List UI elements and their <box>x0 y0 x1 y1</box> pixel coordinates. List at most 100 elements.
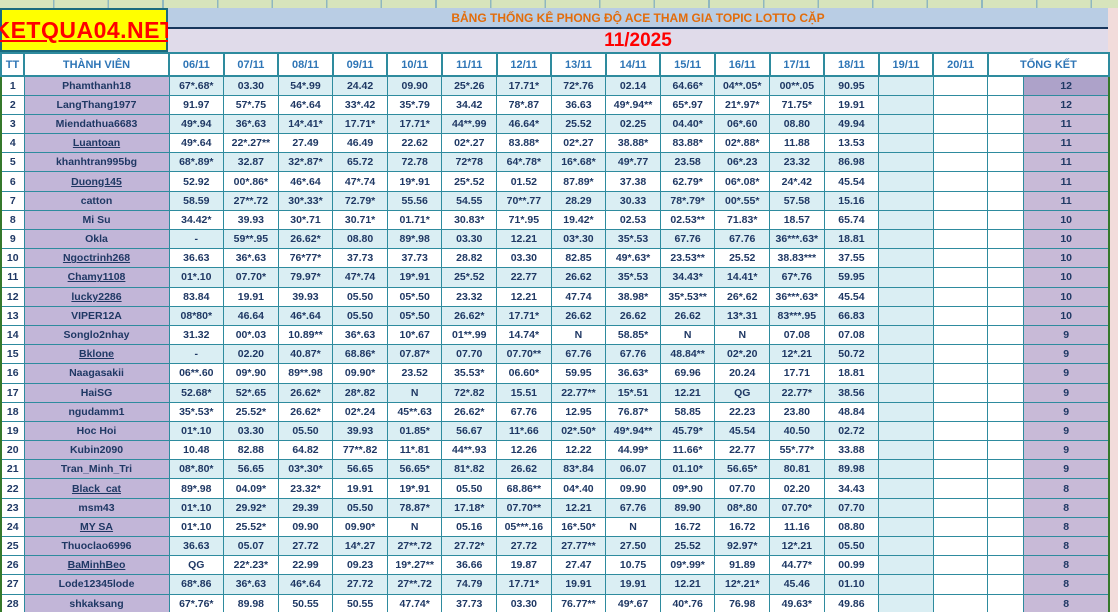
column-header-date-06-11[interactable]: 06/11 <box>169 53 224 76</box>
score-cell-08-11[interactable]: 30*.33* <box>278 191 333 210</box>
score-cell-10-11[interactable]: 01.71* <box>387 210 442 229</box>
column-header-date-19-11[interactable]: 19/11 <box>879 53 934 76</box>
score-cell-13-11[interactable]: 83*.84 <box>551 460 606 479</box>
score-cell-12-11[interactable]: 06.60* <box>497 364 552 383</box>
score-cell-08-11[interactable]: 14*.41* <box>278 114 333 133</box>
score-cell-10-11[interactable]: 45**.63 <box>387 402 442 421</box>
score-cell-08-11[interactable]: 26.62* <box>278 230 333 249</box>
member-name-link[interactable]: msm43 <box>24 498 169 517</box>
member-name-link[interactable]: Phamthanh18 <box>24 76 169 95</box>
score-cell-13-11[interactable]: 02*.50* <box>551 421 606 440</box>
score-cell-19-11-empty[interactable] <box>879 364 934 383</box>
score-cell-12-11[interactable]: 12.26 <box>497 441 552 460</box>
score-cell-14-11[interactable]: 10.75 <box>606 556 661 575</box>
score-cell-09-11[interactable]: 14*.27 <box>333 537 388 556</box>
score-cell-17-11[interactable]: 57.58 <box>770 191 825 210</box>
score-cell-14-11[interactable]: 09.90 <box>606 479 661 498</box>
score-cell-18-11[interactable]: 18.81 <box>824 230 879 249</box>
score-cell-08-11[interactable]: 46*.64 <box>278 306 333 325</box>
score-cell-20-11-empty[interactable] <box>933 230 988 249</box>
score-cell-19-11-empty[interactable] <box>879 210 934 229</box>
score-cell-11-11[interactable]: 05.16 <box>442 517 497 536</box>
score-cell-15-11[interactable]: 78*.79* <box>660 191 715 210</box>
score-cell-10-11[interactable]: 19*.91 <box>387 479 442 498</box>
score-cell-15-11[interactable]: 48.84** <box>660 345 715 364</box>
score-cell-19-11-empty[interactable] <box>879 268 934 287</box>
score-cell-13-11[interactable]: 36.63 <box>551 95 606 114</box>
score-cell-19-11-empty[interactable] <box>879 575 934 594</box>
score-cell-19-11-empty[interactable] <box>879 153 934 172</box>
score-cell-11-11[interactable]: 26.62* <box>442 306 497 325</box>
score-cell-09-11[interactable]: 46.49 <box>333 134 388 153</box>
score-cell-15-11[interactable]: 67.76 <box>660 230 715 249</box>
score-cell-12-11[interactable]: 03.30 <box>497 594 552 612</box>
score-cell-09-11[interactable]: 37.73 <box>333 249 388 268</box>
score-cell-19-11-empty[interactable] <box>879 441 934 460</box>
site-logo[interactable]: KETQUA04.NET <box>0 8 168 52</box>
score-cell-10-11[interactable]: 17.71* <box>387 114 442 133</box>
score-cell-20-11-empty[interactable] <box>933 268 988 287</box>
score-cell-06-11[interactable]: 34.42* <box>169 210 224 229</box>
score-cell-17-11[interactable]: 22.77* <box>770 383 825 402</box>
score-cell-18-11[interactable]: 45.54 <box>824 172 879 191</box>
score-cell-13-11[interactable]: 19.42* <box>551 210 606 229</box>
score-cell-20-11-empty[interactable] <box>933 364 988 383</box>
score-cell-20-11-empty[interactable] <box>933 134 988 153</box>
score-cell-08-11[interactable]: 40.87* <box>278 345 333 364</box>
score-cell-13-11[interactable]: 87.89* <box>551 172 606 191</box>
score-cell-20-11-empty[interactable] <box>933 402 988 421</box>
score-cell-17-11[interactable]: 18.57 <box>770 210 825 229</box>
score-cell-13-11[interactable]: 47.74 <box>551 287 606 306</box>
score-cell-12-11[interactable]: 07.70** <box>497 345 552 364</box>
score-cell-16-11[interactable]: 06*.60 <box>715 114 770 133</box>
score-cell-13-11[interactable]: 82.85 <box>551 249 606 268</box>
score-cell-15-11[interactable]: 09*.99* <box>660 556 715 575</box>
score-cell-17-11[interactable]: 02.20 <box>770 479 825 498</box>
score-cell-18-11[interactable]: 34.43 <box>824 479 879 498</box>
score-cell-14-11[interactable]: 67.76 <box>606 498 661 517</box>
score-cell-11-11[interactable]: 81*.82 <box>442 460 497 479</box>
score-cell-15-11[interactable]: 34.43* <box>660 268 715 287</box>
score-cell-07-11[interactable]: 59**.95 <box>224 230 279 249</box>
score-cell-20-11-empty[interactable] <box>933 191 988 210</box>
score-cell-08-11[interactable]: 32*.87* <box>278 153 333 172</box>
score-cell-16-11[interactable]: 20.24 <box>715 364 770 383</box>
score-cell-19-11-empty[interactable] <box>879 76 934 95</box>
score-cell-11-11[interactable]: 02*.27 <box>442 134 497 153</box>
score-cell-18-11[interactable]: 00.99 <box>824 556 879 575</box>
column-header-date-18-11[interactable]: 18/11 <box>824 53 879 76</box>
score-cell-09-11[interactable]: 39.93 <box>333 421 388 440</box>
score-cell-07-11[interactable]: 57*.75 <box>224 95 279 114</box>
score-cell-17-11[interactable]: 08.80 <box>770 114 825 133</box>
score-cell-13-11[interactable]: 26.62 <box>551 268 606 287</box>
score-cell-13-11[interactable]: 76.77** <box>551 594 606 612</box>
score-cell-20-11-empty[interactable] <box>933 383 988 402</box>
score-cell-09-11[interactable]: 09.90* <box>333 364 388 383</box>
score-cell-10-11[interactable]: 37.73 <box>387 249 442 268</box>
score-cell-08-11[interactable]: 64.82 <box>278 441 333 460</box>
score-cell-16-11[interactable]: 71.83* <box>715 210 770 229</box>
score-cell-11-11[interactable]: 26.62* <box>442 402 497 421</box>
score-cell-18-11[interactable]: 19.91 <box>824 95 879 114</box>
score-cell-10-11[interactable]: 22.62 <box>387 134 442 153</box>
score-cell-18-11[interactable]: 13.53 <box>824 134 879 153</box>
score-cell-13-11[interactable]: 27.77** <box>551 537 606 556</box>
score-cell-06-11[interactable]: 91.97 <box>169 95 224 114</box>
score-cell-06-11[interactable]: 67*.76* <box>169 594 224 612</box>
score-cell-09-11[interactable]: 24.42 <box>333 76 388 95</box>
score-cell-17-11[interactable]: 49.63* <box>770 594 825 612</box>
score-cell-15-11[interactable]: 40*.76 <box>660 594 715 612</box>
score-cell-11-11[interactable]: 25*.52 <box>442 268 497 287</box>
score-cell-14-11[interactable]: N <box>606 517 661 536</box>
score-cell-16-11[interactable]: 92.97* <box>715 537 770 556</box>
score-cell-12-11[interactable]: 67.76 <box>497 402 552 421</box>
score-cell-17-11[interactable]: 00**.05 <box>770 76 825 95</box>
score-cell-09-11[interactable]: 05.50 <box>333 287 388 306</box>
score-cell-14-11[interactable]: 49*.77 <box>606 153 661 172</box>
score-cell-15-11[interactable]: 23.58 <box>660 153 715 172</box>
score-cell-06-11[interactable]: 35*.53* <box>169 402 224 421</box>
score-cell-11-11[interactable]: 35.53* <box>442 364 497 383</box>
score-cell-19-11-empty[interactable] <box>879 460 934 479</box>
score-cell-12-11[interactable]: 12.21 <box>497 230 552 249</box>
score-cell-20-11-empty[interactable] <box>933 287 988 306</box>
